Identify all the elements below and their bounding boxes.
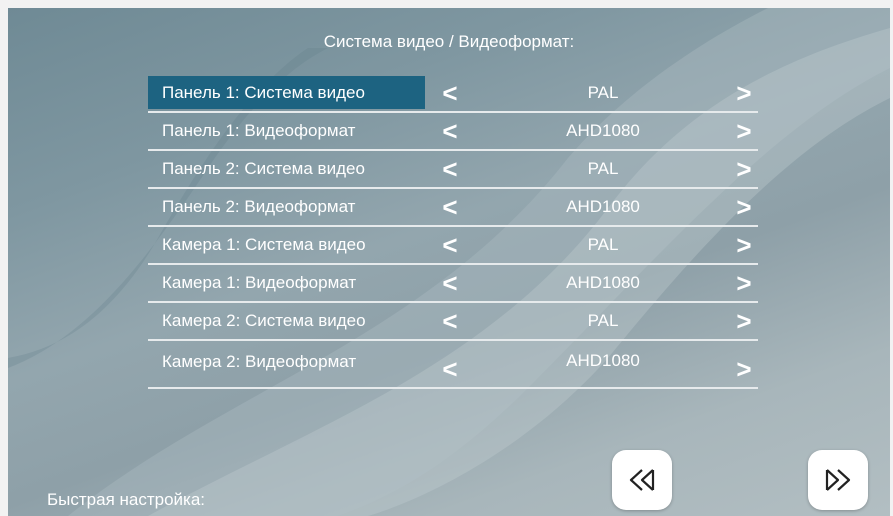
settings-row[interactable]: Камера 2: Видеоформат < AHD1080 > [148, 342, 758, 389]
next-arrow-icon[interactable]: > [732, 78, 756, 108]
prev-arrow-icon[interactable]: < [438, 354, 462, 384]
row-value: AHD1080 [566, 351, 640, 370]
row-label[interactable]: Камера 1: Система видео [148, 228, 425, 261]
settings-row[interactable]: Панель 2: Система видео < PAL > [148, 152, 758, 189]
row-label[interactable]: Камера 1: Видеоформат [148, 266, 425, 299]
prev-arrow-icon[interactable]: < [438, 268, 462, 298]
row-value: AHD1080 [566, 197, 640, 216]
row-value: AHD1080 [566, 121, 640, 140]
settings-row[interactable]: Панель 2: Видеоформат < AHD1080 > [148, 190, 758, 227]
settings-row[interactable]: Камера 2: Система видео < PAL > [148, 304, 758, 341]
next-arrow-icon[interactable]: > [732, 354, 756, 384]
next-arrow-icon[interactable]: > [732, 192, 756, 222]
row-value: AHD1080 [566, 273, 640, 292]
row-value: PAL [587, 159, 619, 178]
row-label[interactable]: Панель 2: Система видео [148, 152, 425, 185]
next-arrow-icon[interactable]: > [732, 116, 756, 146]
settings-row[interactable]: Камера 1: Видеоформат < AHD1080 > [148, 266, 758, 303]
next-arrow-icon[interactable]: > [732, 230, 756, 260]
row-label[interactable]: Камера 2: Видеоформат [148, 342, 425, 387]
double-left-triangle-icon [629, 469, 655, 491]
settings-row[interactable]: Панель 1: Система видео < PAL > [148, 76, 758, 113]
prev-arrow-icon[interactable]: < [438, 116, 462, 146]
double-right-triangle-icon [825, 469, 851, 491]
settings-screen: Система видео / Видеоформат: Панель 1: С… [8, 8, 890, 516]
forward-button[interactable] [808, 450, 868, 510]
prev-arrow-icon[interactable]: < [438, 306, 462, 336]
row-label[interactable]: Панель 2: Видеоформат [148, 190, 425, 223]
prev-arrow-icon[interactable]: < [438, 78, 462, 108]
settings-row[interactable]: Панель 1: Видеоформат < AHD1080 > [148, 114, 758, 151]
row-value: PAL [587, 83, 619, 102]
row-label[interactable]: Панель 1: Система видео [148, 76, 425, 109]
row-value: PAL [587, 235, 619, 254]
prev-arrow-icon[interactable]: < [438, 192, 462, 222]
next-arrow-icon[interactable]: > [732, 268, 756, 298]
row-label[interactable]: Камера 2: Система видео [148, 304, 425, 337]
settings-row[interactable]: Камера 1: Система видео < PAL > [148, 228, 758, 265]
quick-setup-label: Быстрая настройка: [47, 490, 206, 509]
page-title: Система видео / Видеоформат: [323, 32, 575, 51]
next-arrow-icon[interactable]: > [732, 306, 756, 336]
row-label[interactable]: Панель 1: Видеоформат [148, 114, 425, 147]
next-arrow-icon[interactable]: > [732, 154, 756, 184]
prev-arrow-icon[interactable]: < [438, 154, 462, 184]
row-value: PAL [587, 311, 619, 330]
back-button[interactable] [612, 450, 672, 510]
prev-arrow-icon[interactable]: < [438, 230, 462, 260]
